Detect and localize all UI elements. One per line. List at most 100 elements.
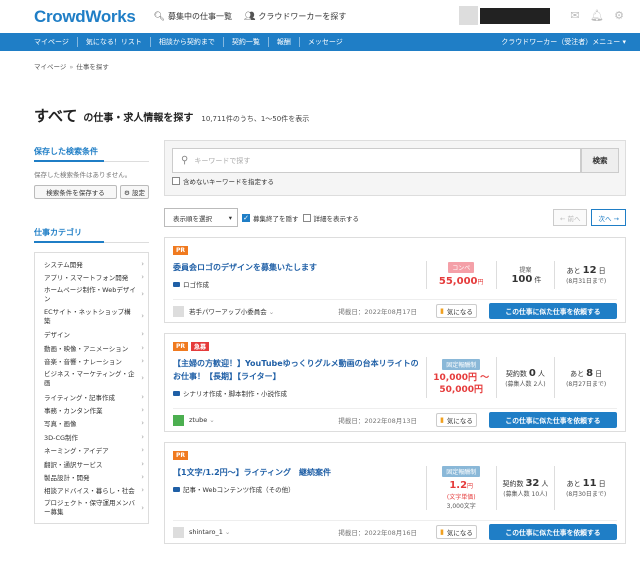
job-category[interactable]: ロゴ作成 [173,279,426,289]
category-item[interactable]: ネーミング・アイデア › [35,444,148,457]
exclude-keyword-toggle[interactable]: 含めないキーワードを指定する [172,176,619,186]
nav-rewards[interactable]: 報酬 [269,37,300,47]
saved-conditions-heading: 保存した検索条件 [34,146,149,162]
job-title[interactable]: 【1文字/1.2円〜】ライティング 継続案件 [173,466,426,479]
top-header: CrowdWorks 🔍︎ 募集中の仕事一覧 👥︎ クラウドワーカーを探す ✉ 🔔︎… [0,0,640,33]
chevron-right-icon: › [141,419,144,428]
job-card: PR 【1文字/1.2円〜】ライティング 継続案件 記事・Webコンテンツ作成（… [164,442,626,544]
page-title: すべて の仕事・求人情報を探す 10,711件のうち、1〜50件を表示 [34,107,310,125]
prev-page-button[interactable]: ← 前へ [552,209,588,226]
category-item[interactable]: デザイン › [35,328,148,341]
find-workers-link[interactable]: 👥︎ クラウドワーカーを探す [244,11,346,22]
job-deadline: あと 8 日 (8月27日まで) [554,357,617,398]
owner-avatar[interactable] [173,414,184,426]
bell-icon[interactable]: 🔔︎ [590,9,604,23]
search-button[interactable]: 検索 [581,148,619,173]
save-search-button[interactable]: 検索条件を保存する [34,185,117,199]
request-similar-button[interactable]: この仕事に似た仕事を依頼する [489,303,617,319]
owner-name[interactable]: ztube ⌄ [189,416,215,424]
list-controls: 表示順を選択 ▾ ✓ 募集終了を隠す 詳細を表示する ← 前へ 次へ → [164,208,626,227]
search-input[interactable]: ⚲ キーワードで探す [172,148,581,173]
category-item[interactable]: ECサイト・ネットショップ構築 › [35,306,148,328]
owner-avatar[interactable] [173,526,184,538]
worker-menu[interactable]: クラウドワーカー（受注者）メニュー ▾ [501,37,626,47]
category-item[interactable]: 3D-CG制作 › [35,430,148,443]
chevron-right-icon: › [141,273,144,282]
urgent-tag: 急募 [191,342,210,351]
header-user-area: ✉ 🔔︎ ⚙ [459,6,626,25]
owner-avatar[interactable] [173,305,184,317]
chevron-right-icon: › [141,446,144,455]
saved-conditions-note: 保存した検索条件はありません。 [34,171,132,179]
owner-name[interactable]: 若手パワーアップ小委員会 ⌄ [189,306,274,316]
job-list-link[interactable]: 🔍︎ 募集中の仕事一覧 [154,11,232,22]
favorite-button[interactable]: ▮ 気になる [436,304,477,318]
people-icon: 👥︎ [243,11,256,22]
favorite-button[interactable]: ▮ 気になる [436,525,477,539]
request-similar-button[interactable]: この仕事に似た仕事を依頼する [489,412,617,428]
category-item[interactable]: 動画・映像・アニメーション › [35,341,148,354]
mail-icon[interactable]: ✉ [568,9,582,23]
request-similar-button[interactable]: この仕事に似た仕事を依頼する [489,524,617,540]
chevron-right-icon: › [141,357,144,366]
category-item[interactable]: ホームページ制作・Webデザイン › [35,284,148,306]
job-card: PR 急募 【主婦の方歓迎！】YouTubeゆっくりグルメ動画の台本リライトのお仕… [164,333,626,432]
pr-tag: PR [173,342,189,351]
job-card: PR 委員会ロゴのデザインを募集いたします ロゴ作成 コンペ 55,000円 提… [164,237,626,323]
category-item[interactable]: アプリ・スマートフォン開発 › [35,270,148,283]
bookmark-icon: ▮ [440,528,444,536]
job-title[interactable]: 委員会ロゴのデザインを募集いたします [173,261,426,274]
category-item[interactable]: 相談アドバイス・暮らし・社会 › [35,484,148,497]
nav-favorites[interactable]: 気になる！リスト [78,37,151,47]
hide-closed-checkbox[interactable]: ✓ [242,213,250,222]
favorite-button[interactable]: ▮ 気になる [436,413,477,427]
category-item[interactable]: プロジェクト・保守運用メンバー募集 › [35,497,148,519]
category-heading: 仕事カテゴリ [34,227,149,243]
category-list: システム開発 › アプリ・スマートフォン開発 › ホームページ制作・Webデザイン ›… [34,252,149,525]
category-item[interactable]: 事務・カンタン作業 › [35,403,148,416]
chevron-down-icon: ⌄ [209,416,215,424]
show-detail-checkbox[interactable] [302,213,311,222]
category-item[interactable]: ライティング・記事作成 › [35,390,148,403]
category-item[interactable]: 翻訳・通訳サービス › [35,457,148,470]
posted-date: 掲載日：2022年08月13日 [338,417,417,425]
category-item[interactable]: 写真・画像 › [35,417,148,430]
chevron-down-icon: ⌄ [224,528,231,536]
chevron-right-icon: › [141,343,144,352]
settings-button[interactable]: ⚙ 設定 [120,185,149,199]
category-item[interactable]: システム開発 › [35,257,148,270]
category-item[interactable]: ビジネス・マーケティング・企画 › [35,368,148,390]
main-content: ⚲ キーワードで探す 検索 含めないキーワードを指定する 表示順を選択 ▾ ✓ 募集終… [164,140,626,544]
chevron-right-icon: › [141,432,144,441]
hide-closed-toggle[interactable]: ✓ 募集終了を隠す [242,213,299,223]
user-name-redacted[interactable] [480,7,550,24]
exclude-checkbox[interactable] [172,177,180,185]
breadcrumb-current: 仕事を探す [76,63,109,71]
job-price: 固定報酬制 10,000円 〜 50,000円 [425,357,496,398]
job-deadline: あと 11 日 (8月30日まで) [554,466,617,510]
chevron-right-icon: › [141,330,144,339]
nav-messages[interactable]: メッセージ [300,37,351,47]
pagination: ← 前へ 次へ → [549,209,626,226]
category-item[interactable]: 音楽・音響・ナレーション › [35,355,148,368]
job-category[interactable]: 記事・Webコンテンツ作成（その他） [173,484,426,494]
job-price: 固定報酬制 1.2円 (文字単価) 3,000文字 [425,466,496,510]
show-detail-toggle[interactable]: 詳細を表示する [302,213,359,223]
crowdworks-logo[interactable]: CrowdWorks [34,7,136,27]
job-title[interactable]: 【主婦の方歓迎！】YouTubeゆっくりグルメ動画の台本リライトのお仕事！【長期… [173,357,426,383]
chevron-right-icon: › [141,392,144,401]
breadcrumb-mypage[interactable]: マイページ [34,63,66,71]
sort-select[interactable]: 表示順を選択 ▾ [164,208,238,227]
next-page-button[interactable]: 次へ → [591,209,626,226]
bookmark-icon: ▮ [440,416,444,424]
nav-mypage[interactable]: マイページ [34,37,78,47]
owner-name[interactable]: shintaro_1 ⌄ [189,528,230,536]
job-category[interactable]: シナリオ作成・脚本制作・小説作成 [173,388,426,398]
nav-contracts[interactable]: 契約一覧 [224,37,269,47]
pr-tag: PR [173,451,189,460]
category-item[interactable]: 製品設計・開発 › [35,470,148,483]
user-avatar[interactable] [459,6,478,25]
chevron-right-icon: › [141,406,144,415]
nav-consult[interactable]: 相談から契約まで [151,37,224,47]
gear-icon[interactable]: ⚙ [612,9,626,23]
